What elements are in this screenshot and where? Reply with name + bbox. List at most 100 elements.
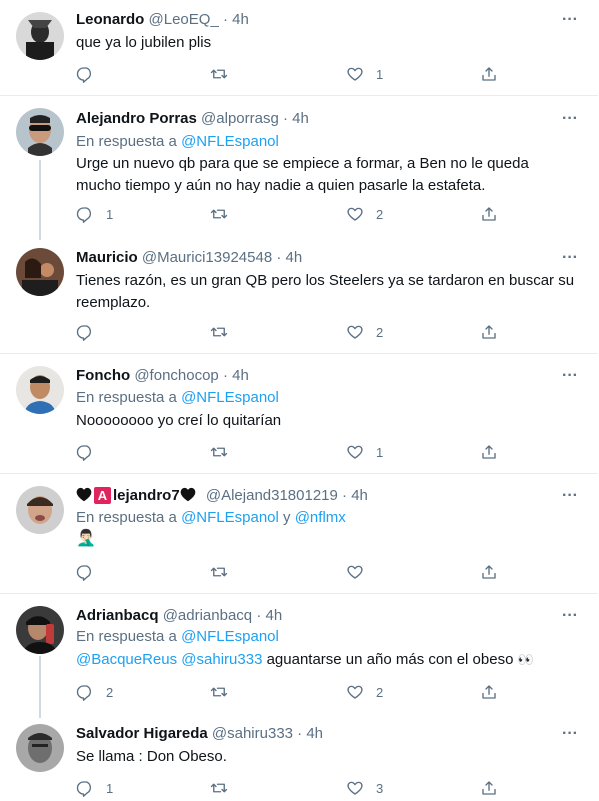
reply-button[interactable]: [76, 322, 94, 342]
like-button[interactable]: 2: [346, 322, 383, 342]
share-button[interactable]: [480, 778, 498, 798]
tweet-alejandro7[interactable]: Alejandro7 @Alejand31801219 · 4h ··· En …: [0, 474, 598, 594]
replying-to-label: En respuesta a: [76, 509, 177, 526]
like-count: 1: [376, 444, 384, 460]
avatar[interactable]: [16, 606, 64, 654]
mention-link[interactable]: @NFLEspanol: [181, 509, 279, 526]
timestamp[interactable]: 4h: [232, 367, 249, 384]
share-button[interactable]: [480, 682, 498, 702]
handle[interactable]: @adrianbacq: [163, 607, 252, 624]
more-icon[interactable]: ···: [558, 111, 582, 133]
like-count: 2: [376, 206, 384, 222]
timestamp[interactable]: 4h: [306, 725, 323, 742]
handle[interactable]: @fonchocop: [134, 367, 218, 384]
share-button[interactable]: [480, 64, 498, 84]
replying-to-label: En respuesta a: [76, 389, 177, 406]
tweet-adrianbacq[interactable]: Adrianbacq @adrianbacq · 4h ··· En respu…: [0, 594, 598, 718]
tweet-mauricio[interactable]: Mauricio @Maurici13924548 · 4h ··· Tiene…: [0, 236, 598, 354]
retweet-button[interactable]: [210, 682, 228, 702]
display-name[interactable]: Mauricio: [76, 249, 138, 266]
share-icon: [482, 207, 496, 221]
handle[interactable]: @alporrasg: [201, 110, 279, 127]
reply-button[interactable]: 2: [76, 682, 113, 702]
display-name[interactable]: Leonardo: [76, 11, 144, 28]
more-icon[interactable]: ···: [558, 608, 582, 630]
retweet-button[interactable]: [210, 778, 228, 798]
tweet-text: Se llama : Don Obeso.: [76, 748, 227, 765]
retweet-button[interactable]: [210, 562, 228, 582]
handle[interactable]: @Maurici13924548: [142, 249, 272, 266]
display-name[interactable]: Alejandro7: [76, 487, 200, 504]
retweet-button[interactable]: [210, 204, 228, 224]
display-name[interactable]: Salvador Higareda: [76, 725, 208, 742]
avatar[interactable]: [16, 248, 64, 296]
reply-button[interactable]: [76, 442, 94, 462]
tweet-actions: 1: [76, 64, 516, 84]
display-name[interactable]: Foncho: [76, 367, 130, 384]
timestamp[interactable]: 4h: [265, 607, 282, 624]
avatar[interactable]: [16, 486, 64, 534]
mention-link[interactable]: @NFLEspanol: [181, 628, 279, 645]
display-name[interactable]: Adrianbacq: [76, 607, 159, 624]
reply-icon: [76, 67, 92, 83]
more-icon[interactable]: ···: [558, 250, 582, 272]
avatar[interactable]: [16, 724, 64, 772]
reply-button[interactable]: 1: [76, 778, 113, 798]
timestamp[interactable]: 4h: [232, 11, 249, 28]
tweet-text: Urge un nuevo qb para que se empiece a f…: [76, 155, 529, 194]
reply-count: 2: [106, 684, 114, 700]
more-icon[interactable]: ···: [558, 726, 582, 748]
avatar[interactable]: [16, 108, 64, 156]
mention-link[interactable]: @nflmx: [295, 509, 346, 526]
separator: ·: [276, 249, 282, 266]
tweet-alejandro-porras[interactable]: Alejandro Porras @alporrasg · 4h ··· En …: [0, 96, 598, 240]
share-icon: [482, 781, 496, 795]
timestamp[interactable]: 4h: [292, 110, 309, 127]
like-button[interactable]: 2: [346, 682, 383, 702]
more-icon[interactable]: ···: [558, 488, 582, 510]
like-button[interactable]: 3: [346, 778, 383, 798]
share-button[interactable]: [480, 562, 498, 582]
reply-button[interactable]: [76, 64, 94, 84]
mention-link[interactable]: @sahiru333: [181, 651, 262, 668]
tweet-foncho[interactable]: Foncho @fonchocop · 4h ··· En respuesta …: [0, 354, 598, 474]
like-button[interactable]: 2: [346, 204, 383, 224]
like-button[interactable]: 1: [346, 442, 383, 462]
black-heart-icon: [76, 487, 92, 502]
mention-link[interactable]: @NFLEspanol: [181, 133, 279, 150]
tweet-actions: 1 3: [76, 778, 516, 798]
like-button[interactable]: 1: [346, 64, 383, 84]
handle[interactable]: @sahiru333: [212, 725, 293, 742]
replying-to: En respuesta a @NFLEspanol y @nflmx: [76, 508, 346, 528]
tweet-salvador-higareda[interactable]: Salvador Higareda @sahiru333 · 4h ··· Se…: [0, 714, 598, 801]
mention-link[interactable]: @NFLEspanol: [181, 389, 279, 406]
timestamp[interactable]: 4h: [351, 487, 368, 504]
like-button[interactable]: [346, 562, 364, 582]
share-button[interactable]: [480, 322, 498, 342]
retweet-button[interactable]: [210, 442, 228, 462]
avatar[interactable]: [16, 366, 64, 414]
reply-icon: [76, 207, 92, 223]
like-icon: [347, 781, 363, 795]
tweet-leonardo[interactable]: Leonardo @LeoEQ_ · 4h ··· que ya lo jubi…: [0, 0, 598, 96]
reply-button[interactable]: [76, 562, 94, 582]
tweet-text: Tienes razón, es un gran QB pero los Ste…: [76, 272, 575, 311]
mention-link[interactable]: @BacqueReus: [76, 651, 177, 668]
retweet-button[interactable]: [210, 64, 228, 84]
display-name[interactable]: Alejandro Porras: [76, 110, 197, 127]
handle[interactable]: @LeoEQ_: [149, 11, 219, 28]
like-icon: [347, 445, 363, 459]
like-count: 2: [376, 684, 384, 700]
share-button[interactable]: [480, 204, 498, 224]
avatar[interactable]: [16, 12, 64, 60]
like-icon: [347, 685, 363, 699]
handle[interactable]: @Alejand31801219: [206, 487, 338, 504]
retweet-button[interactable]: [210, 322, 228, 342]
reply-button[interactable]: 1: [76, 204, 113, 224]
timestamp[interactable]: 4h: [286, 249, 303, 266]
tweet-header: Alejandro7 @Alejand31801219 · 4h: [76, 486, 368, 506]
more-icon[interactable]: ···: [558, 368, 582, 390]
more-icon[interactable]: ···: [558, 12, 582, 34]
share-button[interactable]: [480, 442, 498, 462]
separator: ·: [342, 487, 348, 504]
